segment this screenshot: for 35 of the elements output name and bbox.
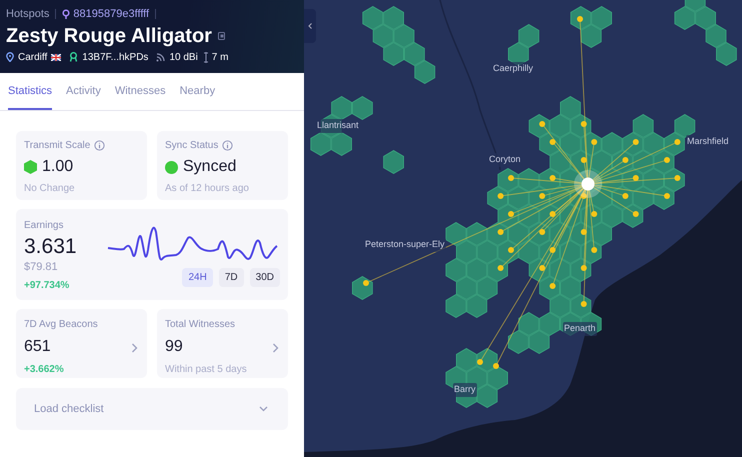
stat-label: Total Witnesses [165,318,236,332]
stat-label: 7D Avg Beacons [24,318,99,332]
owner-address[interactable]: 13B7F...hkPDs [82,50,148,64]
period-toggle[interactable]: 7D [218,268,244,287]
stat-label: Transmit Scale [24,139,90,153]
place-label: Coryton [488,153,522,166]
stat-note: Within past 5 days [165,363,248,377]
antenna-gain: 10 dBi [169,50,198,64]
breadcrumb-link[interactable]: Hotspots [6,6,50,22]
place-label: Peterston-super-Ely [364,238,446,252]
place-label: Caerphilly [492,62,534,76]
elevation: 7 m [212,50,228,64]
period-toggle[interactable]: 30D [250,268,280,287]
stat-note: No Change [24,182,76,196]
period-toggle[interactable]: 24H [182,268,213,287]
stat-card[interactable]: Total Witnesses 99 Within past 5 days [157,309,288,378]
stat-label: Sync Status [165,139,218,153]
place-label: Barry [453,383,477,396]
place-label: Penarth [563,322,597,336]
stat-value: Synced [183,157,236,177]
change-percent: +3.662% [24,363,65,377]
city-label: Cardiff [18,50,48,64]
change-percent: +97.734% [24,278,70,292]
stat-label: Earnings [24,219,64,233]
earnings-value: 3.631 [24,235,78,259]
usd-value: $79.81 [24,260,59,275]
stat-value: 99 [165,337,184,357]
stat-value: 651 [24,337,52,357]
stat-value: 1.00 [42,157,74,177]
place-label: Llantrisant [316,119,360,132]
stat-note: As of 12 hours ago [165,182,250,196]
tab[interactable]: Statistics [8,82,52,110]
stat-card[interactable]: 7D Avg Beacons 651 +3.662% [16,309,147,378]
hotspot-title: Zesty Rouge Alligator [6,24,212,48]
hotspot-id: 88195879e3fffff [73,7,150,22]
